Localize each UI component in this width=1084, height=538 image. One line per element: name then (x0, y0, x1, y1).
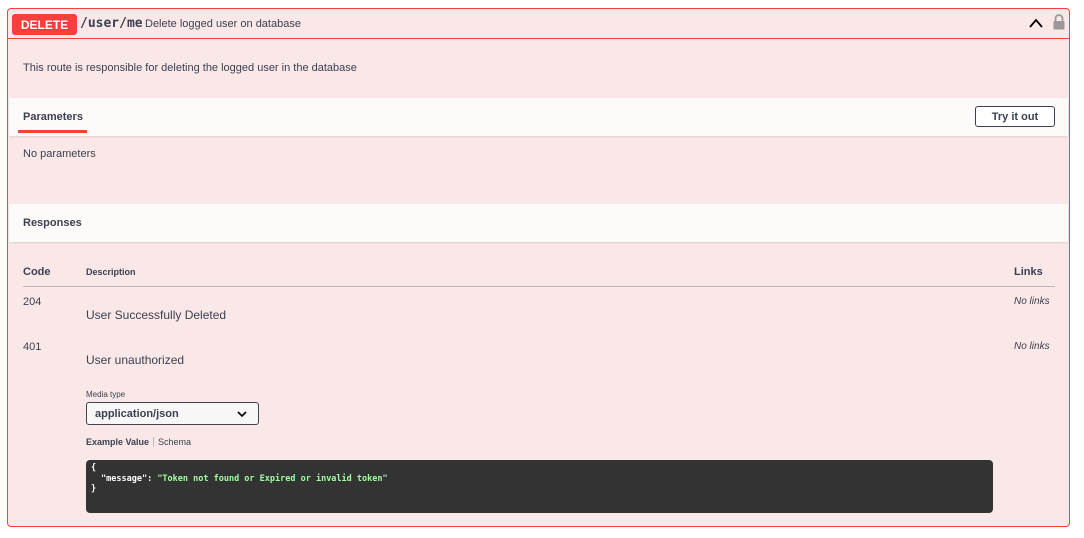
json-string-value: "Token not found or Expired or invalid t… (157, 473, 388, 484)
operation-description: This route is responsible for deleting t… (23, 62, 357, 74)
lock-icon[interactable] (1052, 13, 1066, 31)
tab-example-value[interactable]: Example Value (86, 437, 149, 447)
tab-schema[interactable]: Schema (158, 437, 191, 447)
code-line-message: "message": "Token not found or Expired o… (91, 474, 988, 485)
column-header-description: Description (86, 267, 136, 277)
response-links: No links (1014, 341, 1050, 352)
parameters-header: Parameters Try it out (9, 98, 1068, 136)
no-parameters-text: No parameters (23, 148, 96, 160)
tab-active-indicator (18, 130, 87, 133)
table-header-divider (23, 286, 1055, 287)
method-badge: DELETE (12, 14, 77, 35)
response-code: 401 (23, 341, 42, 353)
column-header-links: Links (1014, 266, 1043, 278)
tab-parameters[interactable]: Parameters (23, 111, 83, 123)
operation-path: /user/me (80, 16, 143, 31)
response-code: 204 (23, 296, 42, 308)
responses-header: Responses (9, 204, 1068, 242)
responses-title: Responses (23, 217, 82, 229)
media-type-label: Media type (86, 390, 126, 399)
json-colon: : (147, 473, 158, 484)
response-description: User unauthorized (86, 353, 185, 367)
media-type-value: application/json (95, 408, 179, 420)
json-key: "message" (101, 473, 148, 484)
operation-block: DELETE /user/me Delete logged user on da… (7, 8, 1070, 527)
example-tabs: Example Value Schema (86, 437, 191, 447)
chevron-down-icon (237, 411, 247, 418)
media-type-select[interactable]: application/json (86, 402, 259, 425)
collapse-button[interactable] (1027, 13, 1045, 33)
tab-separator (153, 437, 155, 447)
operation-summary-text: Delete logged user on database (145, 18, 301, 30)
chevron-up-icon (1029, 18, 1043, 28)
code-line-close: } (91, 484, 97, 494)
response-links: No links (1014, 296, 1050, 307)
example-code-block: { "message": "Token not found or Expired… (86, 460, 993, 513)
column-header-code: Code (23, 266, 51, 278)
response-description: User Successfully Deleted (86, 308, 227, 322)
try-it-out-button[interactable]: Try it out (975, 106, 1055, 127)
operation-summary[interactable]: DELETE /user/me Delete logged user on da… (8, 9, 1069, 39)
code-line-open: { (91, 463, 97, 473)
